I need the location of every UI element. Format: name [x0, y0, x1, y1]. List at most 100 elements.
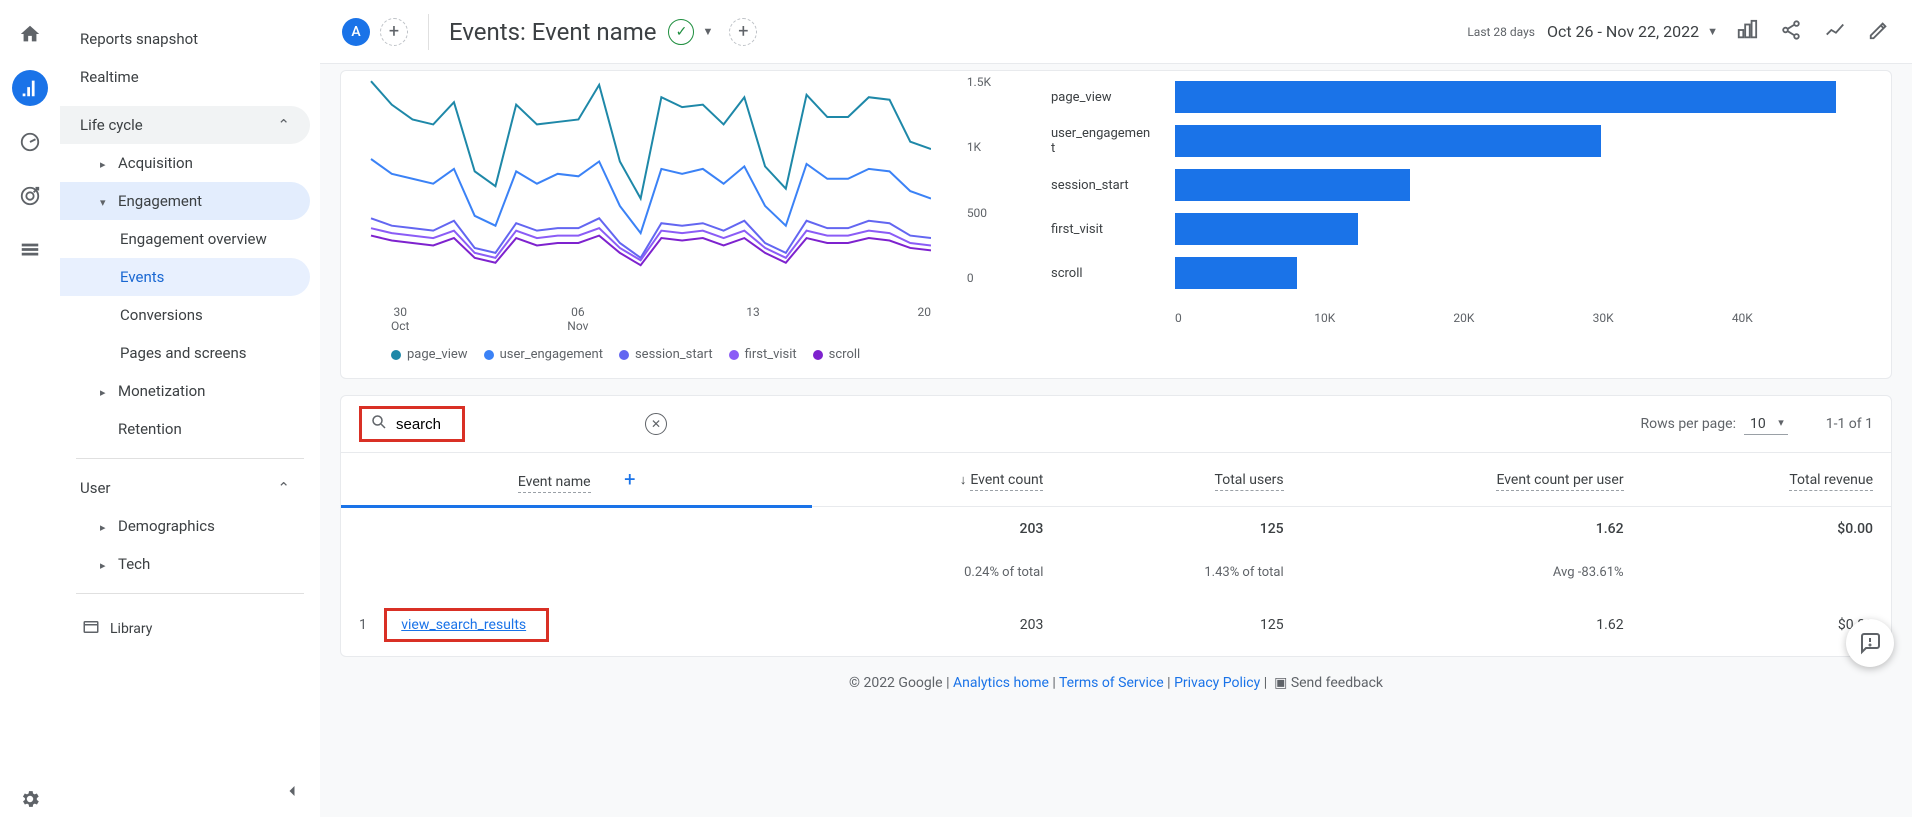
clear-search-button[interactable]: ✕ — [645, 413, 667, 435]
nav-pages-screens[interactable]: Pages and screens — [60, 334, 310, 372]
page-title: Events: Event name — [449, 18, 656, 46]
icon-rail — [0, 0, 60, 817]
footer-link-privacy[interactable]: Privacy Policy — [1174, 675, 1260, 691]
col-count-per-user[interactable]: Event count per user — [1496, 472, 1623, 491]
col-total-users[interactable]: Total users — [1215, 472, 1284, 491]
bar-chart: page_viewuser_engagementsession_startfir… — [1021, 75, 1871, 362]
nav-group-user[interactable]: User ⌃ — [60, 469, 310, 507]
nav-tech[interactable]: ▸Tech — [60, 545, 310, 583]
bar-row: session_start — [1051, 163, 1871, 207]
insights-icon[interactable] — [1824, 19, 1846, 45]
date-range-label: Last 28 days — [1467, 25, 1535, 39]
events-table: ✕ Rows per page: 10 1-1 of 1 Event name … — [340, 395, 1892, 657]
bar-row: first_visit — [1051, 207, 1871, 251]
row-event-highlight: view_search_results — [384, 608, 549, 642]
y-tick: 0 — [967, 271, 991, 285]
nav-acquisition[interactable]: ▸Acquisition — [60, 144, 310, 182]
nav-group-lifecycle[interactable]: Life cycle ⌃ — [60, 106, 310, 144]
bar-label: scroll — [1051, 266, 1161, 281]
col-event-count[interactable]: Event count — [970, 472, 1043, 491]
chevron-down-icon: ▼ — [1707, 25, 1718, 38]
main: A + Events: Event name ✓ ▼ + Last 28 day… — [320, 0, 1912, 817]
home-icon[interactable] — [12, 16, 48, 52]
bar-label: page_view — [1051, 90, 1161, 105]
add-segment-button[interactable]: + — [380, 18, 408, 46]
legend-item[interactable]: page_view — [391, 347, 468, 362]
nav-retention[interactable]: Retention — [60, 410, 310, 448]
legend-item[interactable]: session_start — [619, 347, 713, 362]
nav-events[interactable]: Events — [60, 258, 310, 296]
share-icon[interactable] — [1780, 19, 1802, 45]
legend-item[interactable]: first_visit — [729, 347, 797, 362]
nav-realtime[interactable]: Realtime — [60, 58, 310, 96]
total-per-user: 1.62 — [1302, 507, 1642, 552]
edit-icon[interactable] — [1868, 19, 1890, 45]
nav-engagement[interactable]: ▾Engagement — [60, 182, 310, 220]
bar-label: first_visit — [1051, 222, 1161, 237]
x-tick: 20 — [918, 305, 932, 333]
bar-x-tick: 40K — [1732, 311, 1871, 325]
row-per-user: 1.62 — [1302, 594, 1642, 656]
x-tick: 13 — [746, 305, 760, 333]
nav-conversions[interactable]: Conversions — [60, 296, 310, 334]
nav-monetization[interactable]: ▸Monetization — [60, 372, 310, 410]
y-tick: 1K — [967, 140, 991, 154]
bar-label: session_start — [1051, 178, 1161, 193]
col-total-revenue[interactable]: Total revenue — [1789, 472, 1873, 491]
table-search-input[interactable] — [396, 416, 454, 433]
total-count-sub: 0.24% of total — [812, 551, 1061, 594]
footer-link-home[interactable]: Analytics home — [953, 675, 1049, 691]
nav-demographics[interactable]: ▸Demographics — [60, 507, 310, 545]
sidebar: Reports snapshot Realtime Life cycle ⌃ ▸… — [60, 0, 320, 817]
feedback-fab[interactable] — [1846, 619, 1894, 667]
total-users-sub: 1.43% of total — [1061, 551, 1301, 594]
table-search-highlight — [359, 406, 465, 442]
sort-desc-icon[interactable]: ↓ — [960, 473, 967, 488]
explore-icon[interactable] — [12, 124, 48, 160]
chart-row: 1.5K 1K 500 0 30Oct06Nov1320 page_viewus… — [340, 70, 1892, 379]
bar-row: page_view — [1051, 75, 1871, 119]
nav-engagement-overview[interactable]: Engagement overview — [60, 220, 310, 258]
date-range-value: Oct 26 - Nov 22, 2022 — [1547, 22, 1699, 41]
col-event-name[interactable]: Event name — [518, 474, 591, 493]
segment-a-pill[interactable]: A — [342, 18, 370, 46]
rows-per-page-select[interactable]: 10 — [1744, 414, 1788, 435]
reports-icon[interactable] — [12, 70, 48, 106]
line-chart: 1.5K 1K 500 0 30Oct06Nov1320 page_viewus… — [361, 75, 991, 362]
verified-check-icon[interactable]: ✓ — [668, 19, 694, 45]
bar-x-tick: 20K — [1453, 311, 1592, 325]
nav-group-user-label: User — [80, 479, 111, 497]
bar-row: scroll — [1051, 251, 1871, 295]
search-icon — [370, 413, 388, 435]
page-info: 1-1 of 1 — [1826, 416, 1873, 432]
nav-library[interactable]: Library — [60, 604, 320, 654]
nav-reports-snapshot[interactable]: Reports snapshot — [60, 20, 310, 58]
legend-item[interactable]: user_engagement — [484, 347, 603, 362]
chevron-up-icon: ⌃ — [277, 116, 290, 134]
footer-copy: © 2022 Google — [849, 675, 943, 691]
settings-icon[interactable] — [12, 781, 48, 817]
row-index: 1 — [359, 617, 367, 633]
footer-link-tos[interactable]: Terms of Service — [1059, 675, 1164, 691]
event-link[interactable]: view_search_results — [401, 617, 526, 633]
collapse-sidebar-button[interactable] — [282, 781, 302, 805]
table-icon[interactable] — [12, 232, 48, 268]
total-per-user-sub: Avg -83.61% — [1302, 551, 1642, 594]
rows-per-page-label: Rows per page: — [1640, 416, 1735, 432]
total-users: 125 — [1061, 507, 1301, 552]
total-revenue: $0.00 — [1642, 507, 1891, 552]
date-range-picker[interactable]: Last 28 days Oct 26 - Nov 22, 2022 ▼ — [1467, 22, 1718, 41]
total-count: 203 — [812, 507, 1061, 552]
footer: © 2022 Google | Analytics home | Terms o… — [340, 657, 1892, 709]
add-comparison-button[interactable]: + — [729, 18, 757, 46]
feedback-icon: ▣ — [1274, 675, 1287, 691]
footer-feedback-link[interactable]: Send feedback — [1291, 675, 1383, 691]
chevron-up-icon: ⌃ — [277, 479, 290, 497]
customize-icon[interactable] — [1736, 19, 1758, 45]
library-icon — [82, 618, 100, 640]
target-icon[interactable] — [12, 178, 48, 214]
title-dropdown-icon[interactable]: ▼ — [702, 25, 713, 38]
x-tick: 06Nov — [567, 305, 588, 333]
legend-item[interactable]: scroll — [813, 347, 861, 362]
add-dimension-button[interactable]: + — [624, 467, 635, 491]
